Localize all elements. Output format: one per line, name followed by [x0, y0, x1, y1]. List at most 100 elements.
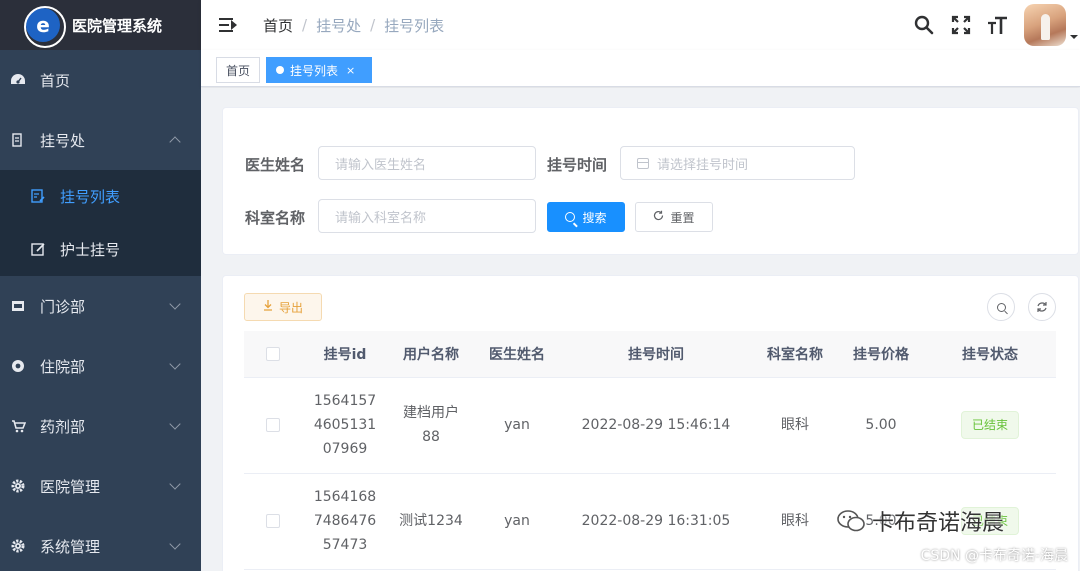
sidebar-item-label: 系统管理 [40, 537, 101, 556]
download-icon [263, 300, 273, 314]
cell-user-text: 建档用户88 [403, 405, 459, 445]
watermark-text: 卡布奇诺海晨 [872, 511, 1005, 536]
logo-icon: e [24, 6, 66, 48]
cell-user: 测试1234 [388, 473, 474, 570]
chevron-down-icon [169, 538, 181, 550]
close-icon[interactable]: × [346, 64, 355, 77]
doctor-name-label: 医生姓名 [245, 156, 306, 174]
column-header[interactable]: 科室名称 [752, 331, 838, 378]
sidebar-item-inpatient[interactable]: 住院部 [0, 336, 201, 396]
dashboard-icon [10, 72, 26, 88]
sidebar-item-label: 药剂部 [40, 417, 86, 436]
cell-time: 2022-08-29 16:31:05 [560, 473, 752, 570]
sidebar-item-label: 挂号列表 [60, 188, 121, 206]
sidebar-item-outpatient[interactable]: 门诊部 [0, 276, 201, 336]
tag-label: 挂号列表 [290, 63, 339, 78]
main-content: 医生姓名 请输入医生姓名 挂号时间 请选择挂号时间 科室名称 请输入科室名称 搜… [201, 88, 1080, 571]
font-size-icon[interactable] [987, 14, 1009, 36]
table-row[interactable]: 1564157460513107969 建档用户88 yan 2022-08-2… [244, 377, 1056, 474]
refresh-button[interactable] [1028, 293, 1056, 321]
cell-price: 5.00 [838, 377, 924, 474]
app-title: 医院管理系统 [72, 16, 163, 35]
tags-view: 首页 挂号列表 × [201, 50, 1080, 87]
column-header[interactable]: 挂号价格 [838, 331, 924, 378]
doctor-name-input[interactable]: 请输入医生姓名 [318, 146, 536, 180]
sidebar-item-label: 首页 [40, 71, 71, 90]
status-badge: 已结束 [960, 411, 1019, 439]
export-button[interactable]: 导出 [244, 293, 322, 321]
sidebar-item-nurse-registration[interactable]: 护士挂号 [0, 223, 201, 276]
sidebar-item-label: 医院管理 [40, 477, 101, 496]
submenu-registration: 挂号列表 护士挂号 [0, 170, 201, 276]
row-checkbox[interactable] [266, 418, 280, 432]
sidebar-item-label: 住院部 [40, 357, 86, 376]
tag-registration-list[interactable]: 挂号列表 × [266, 57, 372, 83]
cell-dept: 眼科 [752, 377, 838, 474]
refresh-icon [1037, 302, 1047, 312]
cell-id: 1564168748647657473 [302, 473, 388, 570]
column-header[interactable]: 用户名称 [388, 331, 474, 378]
chevron-up-icon [169, 136, 181, 148]
register-time-picker[interactable]: 请选择挂号时间 [620, 146, 855, 180]
sidebar-item-label: 门诊部 [40, 297, 86, 316]
breadcrumb-separator: / [370, 16, 376, 34]
chevron-down-icon [169, 478, 181, 490]
chevron-down-icon [169, 358, 181, 370]
sidebar-item-home[interactable]: 首页 [0, 50, 201, 110]
toggle-search-button[interactable] [987, 293, 1015, 321]
list-icon [30, 189, 46, 205]
cell-dept: 眼科 [752, 473, 838, 570]
search-icon[interactable] [913, 14, 935, 36]
sidebar-item-system-management[interactable]: 系统管理 [0, 516, 201, 571]
breadcrumb: 首页 / 挂号处 / 挂号列表 [263, 15, 444, 36]
column-header[interactable]: 挂号状态 [924, 331, 1056, 378]
column-header[interactable]: 挂号时间 [560, 331, 752, 378]
search-form: 医生姓名 请输入医生姓名 挂号时间 请选择挂号时间 科室名称 请输入科室名称 搜… [222, 107, 1079, 255]
cell-doctor: yan [474, 377, 560, 474]
column-header[interactable]: 挂号id [302, 331, 388, 378]
sidebar-item-label: 挂号处 [40, 131, 86, 150]
search-icon [996, 302, 1006, 312]
sidebar-item-pharmacy[interactable]: 药剂部 [0, 396, 201, 456]
sidebar-item-registration[interactable]: 挂号处 [0, 110, 201, 170]
clinic-icon [10, 298, 26, 314]
inpatient-icon [10, 358, 26, 374]
breadcrumb-registration: 挂号处 [316, 16, 362, 35]
column-header[interactable]: 医生姓名 [474, 331, 560, 378]
dept-name-label: 科室名称 [245, 209, 306, 227]
dept-name-input[interactable]: 请输入科室名称 [318, 199, 536, 233]
register-icon [10, 132, 26, 148]
row-select-cell [244, 377, 302, 474]
gear-icon [10, 478, 26, 494]
reset-button[interactable]: 重置 [635, 202, 713, 232]
avatar[interactable] [1024, 4, 1066, 46]
top-header: 首页 / 挂号处 / 挂号列表 [201, 0, 1080, 50]
chevron-down-icon [169, 418, 181, 430]
header-actions [913, 0, 1080, 50]
breadcrumb-home[interactable]: 首页 [263, 15, 293, 36]
wechat-icon [837, 510, 865, 532]
breadcrumb-current: 挂号列表 [384, 16, 445, 35]
caret-down-icon[interactable] [1070, 35, 1078, 39]
row-checkbox[interactable] [266, 514, 280, 528]
tag-home[interactable]: 首页 [216, 57, 261, 83]
select-all-cell [244, 331, 302, 378]
app-logo[interactable]: e 医院管理系统 [0, 0, 201, 50]
active-dot-icon [276, 66, 284, 74]
dept-name-placeholder: 请输入科室名称 [335, 210, 427, 226]
hamburger-icon[interactable] [219, 18, 237, 32]
sidebar-item-label: 护士挂号 [60, 241, 121, 259]
refresh-icon [653, 210, 664, 224]
search-button[interactable]: 搜索 [547, 202, 625, 232]
search-icon [565, 212, 576, 222]
select-all-checkbox[interactable] [266, 346, 280, 361]
register-time-label: 挂号时间 [547, 156, 608, 174]
sidebar: e 医院管理系统 首页 挂号处 挂号列表 护士挂号 门诊部 住院部 药剂部 医院… [0, 0, 201, 571]
gear-icon [10, 538, 26, 554]
fullscreen-icon[interactable] [950, 14, 972, 36]
sidebar-item-hospital-management[interactable]: 医院管理 [0, 456, 201, 516]
tag-label: 首页 [226, 63, 251, 78]
sidebar-item-registration-list[interactable]: 挂号列表 [0, 170, 201, 223]
breadcrumb-separator: / [302, 16, 308, 34]
doctor-name-placeholder: 请输入医生姓名 [335, 157, 427, 173]
